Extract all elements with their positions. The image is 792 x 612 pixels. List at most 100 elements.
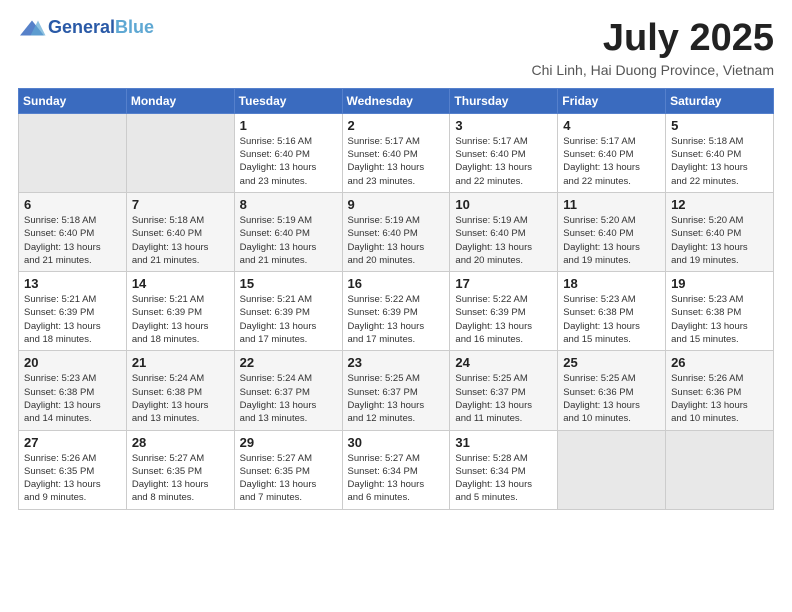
day-number: 10 (455, 197, 553, 212)
day-info: Sunrise: 5:18 AM Sunset: 6:40 PM Dayligh… (671, 135, 769, 188)
day-info: Sunrise: 5:18 AM Sunset: 6:40 PM Dayligh… (132, 214, 230, 267)
calendar-cell: 6Sunrise: 5:18 AM Sunset: 6:40 PM Daylig… (19, 192, 127, 271)
day-info: Sunrise: 5:23 AM Sunset: 6:38 PM Dayligh… (671, 293, 769, 346)
day-info: Sunrise: 5:16 AM Sunset: 6:40 PM Dayligh… (240, 135, 338, 188)
day-number: 15 (240, 276, 338, 291)
day-info: Sunrise: 5:26 AM Sunset: 6:35 PM Dayligh… (24, 452, 122, 505)
logo-line2: Blue (115, 17, 154, 37)
calendar-cell: 7 Sunrise: 5:18 AM Sunset: 6:40 PM Daylig… (126, 192, 234, 271)
day-number: 29 (240, 435, 338, 450)
calendar-cell: 11 Sunrise: 5:20 AM Sunset: 6:40 PM Dayli… (558, 192, 666, 271)
logo-icon (18, 19, 46, 37)
day-info: Sunrise: 5:21 AM Sunset: 6:39 PM Dayligh… (24, 293, 122, 346)
calendar-cell: 3 Sunrise: 5:17 AM Sunset: 6:40 PM Daylig… (450, 113, 558, 192)
day-info: Sunrise: 5:19 AM Sunset: 6:40 PM Dayligh… (240, 214, 338, 267)
day-info: Sunrise: 5:24 AM Sunset: 6:37 PM Dayligh… (240, 372, 338, 425)
day-number: 12 (671, 197, 769, 212)
calendar-cell: 4 Sunrise: 5:17 AM Sunset: 6:40 PM Daylig… (558, 113, 666, 192)
day-number: 21 (132, 355, 230, 370)
header-saturday: Saturday (666, 88, 774, 113)
logo: GeneralBlue (18, 18, 154, 38)
logo-text: GeneralBlue (48, 18, 154, 38)
day-info: Sunrise: 5:17 AM Sunset: 6:40 PM Dayligh… (563, 135, 661, 188)
calendar-cell: 5Sunrise: 5:18 AM Sunset: 6:40 PM Daylig… (666, 113, 774, 192)
day-info: Sunrise: 5:19 AM Sunset: 6:40 PM Dayligh… (455, 214, 553, 267)
day-number: 3 (455, 118, 553, 133)
day-info: Sunrise: 5:17 AM Sunset: 6:40 PM Dayligh… (455, 135, 553, 188)
day-info: Sunrise: 5:22 AM Sunset: 6:39 PM Dayligh… (455, 293, 553, 346)
calendar-cell (126, 113, 234, 192)
page: GeneralBlue July 2025 Chi Linh, Hai Duon… (0, 0, 792, 612)
day-info: Sunrise: 5:25 AM Sunset: 6:36 PM Dayligh… (563, 372, 661, 425)
day-number: 18 (563, 276, 661, 291)
day-number: 19 (671, 276, 769, 291)
day-number: 13 (24, 276, 122, 291)
day-info: Sunrise: 5:27 AM Sunset: 6:35 PM Dayligh… (132, 452, 230, 505)
month-title: July 2025 (531, 18, 774, 60)
calendar-cell: 24Sunrise: 5:25 AM Sunset: 6:37 PM Dayli… (450, 351, 558, 430)
calendar-cell: 30Sunrise: 5:27 AM Sunset: 6:34 PM Dayli… (342, 430, 450, 509)
day-info: Sunrise: 5:22 AM Sunset: 6:39 PM Dayligh… (348, 293, 446, 346)
header: GeneralBlue July 2025 Chi Linh, Hai Duon… (18, 18, 774, 78)
calendar-cell: 8 Sunrise: 5:19 AM Sunset: 6:40 PM Daylig… (234, 192, 342, 271)
calendar-cell: 14 Sunrise: 5:21 AM Sunset: 6:39 PM Dayli… (126, 272, 234, 351)
calendar-cell: 28Sunrise: 5:27 AM Sunset: 6:35 PM Dayli… (126, 430, 234, 509)
day-info: Sunrise: 5:28 AM Sunset: 6:34 PM Dayligh… (455, 452, 553, 505)
day-info: Sunrise: 5:27 AM Sunset: 6:35 PM Dayligh… (240, 452, 338, 505)
calendar-cell: 22 Sunrise: 5:24 AM Sunset: 6:37 PM Dayli… (234, 351, 342, 430)
day-info: Sunrise: 5:21 AM Sunset: 6:39 PM Dayligh… (132, 293, 230, 346)
day-number: 17 (455, 276, 553, 291)
day-info: Sunrise: 5:20 AM Sunset: 6:40 PM Dayligh… (671, 214, 769, 267)
day-number: 11 (563, 197, 661, 212)
calendar-cell: 17 Sunrise: 5:22 AM Sunset: 6:39 PM Dayli… (450, 272, 558, 351)
calendar-week-3: 13 Sunrise: 5:21 AM Sunset: 6:39 PM Dayli… (19, 272, 774, 351)
day-info: Sunrise: 5:25 AM Sunset: 6:37 PM Dayligh… (455, 372, 553, 425)
location: Chi Linh, Hai Duong Province, Vietnam (531, 62, 774, 78)
day-number: 26 (671, 355, 769, 370)
calendar-cell: 16 Sunrise: 5:22 AM Sunset: 6:39 PM Dayli… (342, 272, 450, 351)
day-number: 2 (348, 118, 446, 133)
day-info: Sunrise: 5:25 AM Sunset: 6:37 PM Dayligh… (348, 372, 446, 425)
calendar-cell: 25 Sunrise: 5:25 AM Sunset: 6:36 PM Dayli… (558, 351, 666, 430)
calendar-cell (558, 430, 666, 509)
calendar-cell (666, 430, 774, 509)
day-number: 23 (348, 355, 446, 370)
day-info: Sunrise: 5:23 AM Sunset: 6:38 PM Dayligh… (563, 293, 661, 346)
calendar-cell: 1 Sunrise: 5:16 AM Sunset: 6:40 PM Daylig… (234, 113, 342, 192)
day-number: 22 (240, 355, 338, 370)
calendar-cell: 15 Sunrise: 5:21 AM Sunset: 6:39 PM Dayli… (234, 272, 342, 351)
day-number: 25 (563, 355, 661, 370)
calendar-cell: 13 Sunrise: 5:21 AM Sunset: 6:39 PM Dayli… (19, 272, 127, 351)
calendar-cell (19, 113, 127, 192)
day-number: 4 (563, 118, 661, 133)
calendar-cell: 18 Sunrise: 5:23 AM Sunset: 6:38 PM Dayli… (558, 272, 666, 351)
header-wednesday: Wednesday (342, 88, 450, 113)
day-number: 8 (240, 197, 338, 212)
calendar-week-4: 20 Sunrise: 5:23 AM Sunset: 6:38 PM Dayli… (19, 351, 774, 430)
calendar: SundayMondayTuesdayWednesdayThursdayFrid… (18, 88, 774, 510)
day-number: 20 (24, 355, 122, 370)
logo-line1: General (48, 17, 115, 37)
day-info: Sunrise: 5:18 AM Sunset: 6:40 PM Dayligh… (24, 214, 122, 267)
day-info: Sunrise: 5:24 AM Sunset: 6:38 PM Dayligh… (132, 372, 230, 425)
day-info: Sunrise: 5:23 AM Sunset: 6:38 PM Dayligh… (24, 372, 122, 425)
day-info: Sunrise: 5:21 AM Sunset: 6:39 PM Dayligh… (240, 293, 338, 346)
day-info: Sunrise: 5:20 AM Sunset: 6:40 PM Dayligh… (563, 214, 661, 267)
calendar-week-5: 27Sunrise: 5:26 AM Sunset: 6:35 PM Dayli… (19, 430, 774, 509)
calendar-week-1: 1 Sunrise: 5:16 AM Sunset: 6:40 PM Daylig… (19, 113, 774, 192)
day-number: 7 (132, 197, 230, 212)
calendar-cell: 31Sunrise: 5:28 AM Sunset: 6:34 PM Dayli… (450, 430, 558, 509)
calendar-cell: 2 Sunrise: 5:17 AM Sunset: 6:40 PM Daylig… (342, 113, 450, 192)
title-block: July 2025 Chi Linh, Hai Duong Province, … (531, 18, 774, 78)
day-info: Sunrise: 5:17 AM Sunset: 6:40 PM Dayligh… (348, 135, 446, 188)
header-sunday: Sunday (19, 88, 127, 113)
day-number: 16 (348, 276, 446, 291)
day-number: 9 (348, 197, 446, 212)
day-info: Sunrise: 5:26 AM Sunset: 6:36 PM Dayligh… (671, 372, 769, 425)
day-number: 1 (240, 118, 338, 133)
header-tuesday: Tuesday (234, 88, 342, 113)
calendar-cell: 19 Sunrise: 5:23 AM Sunset: 6:38 PM Dayli… (666, 272, 774, 351)
calendar-cell: 23 Sunrise: 5:25 AM Sunset: 6:37 PM Dayli… (342, 351, 450, 430)
calendar-cell: 29 Sunrise: 5:27 AM Sunset: 6:35 PM Dayli… (234, 430, 342, 509)
day-number: 14 (132, 276, 230, 291)
